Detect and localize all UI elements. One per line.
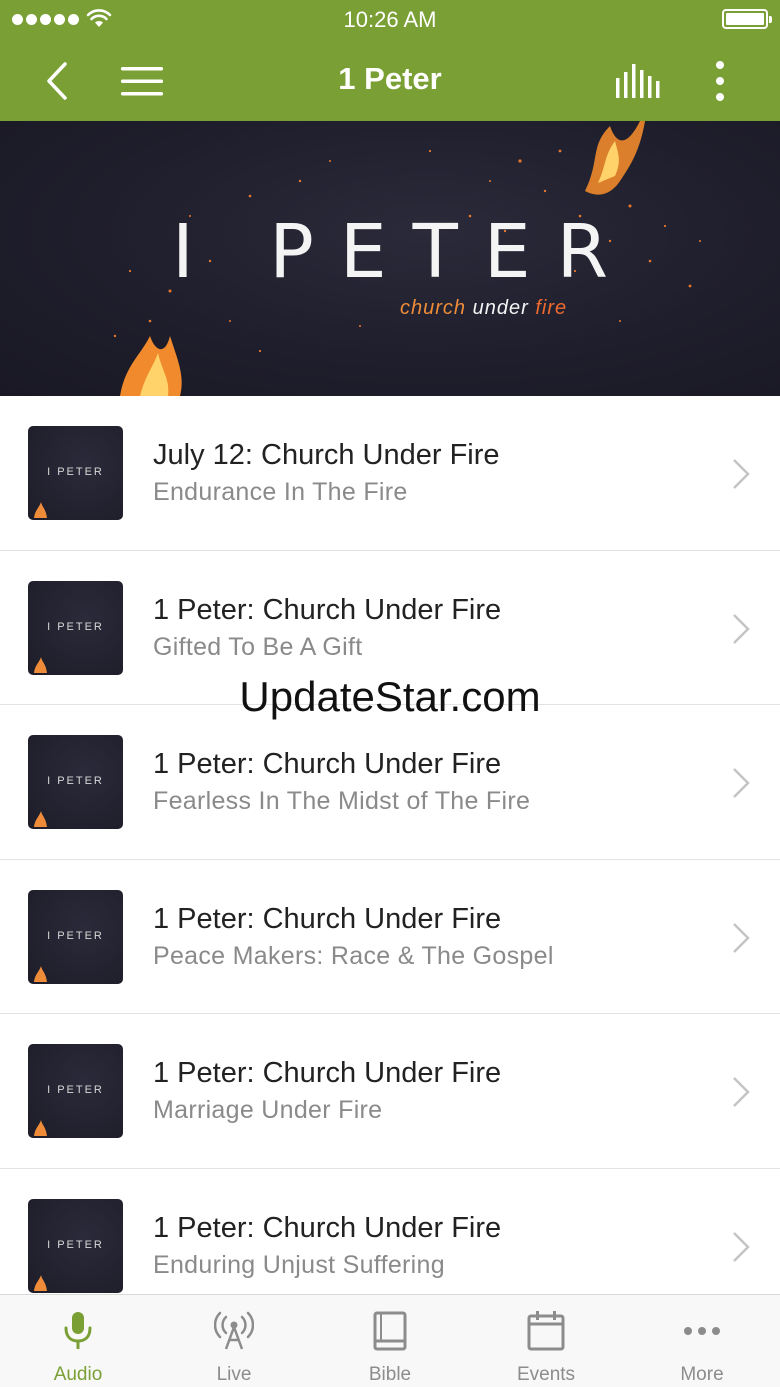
sermon-subtitle: Marriage Under Fire (153, 1096, 383, 1124)
watermark-text: UpdateStar.com (239, 673, 541, 720)
tab-label: Audio (53, 1364, 103, 1385)
calendar-icon (527, 1311, 565, 1351)
chevron-right-icon (733, 1077, 750, 1107)
thumbnail-title: I PETER (47, 466, 104, 478)
thumbnail-title: I PETER (47, 775, 104, 787)
sermon-subtitle: Enduring Unjust Suffering (153, 1250, 445, 1279)
hamburger-menu-icon (121, 66, 163, 95)
thumbnail-title: I PETER (47, 1084, 104, 1096)
broadcast-icon (214, 1311, 254, 1350)
tab-bar: Audio Live Bible Events More (0, 1294, 780, 1387)
menu-button[interactable] (112, 40, 172, 121)
chevron-left-icon (47, 61, 67, 100)
microphone-icon (64, 1312, 92, 1349)
tab-bible[interactable]: Bible (312, 1295, 468, 1387)
options-button[interactable] (700, 40, 740, 121)
nav-bar: 1 Peter (0, 40, 780, 121)
chevron-right-icon (733, 459, 750, 489)
sermon-list-item[interactable]: I PETER 1 Peter: Church Under Fire Marri… (0, 1014, 780, 1169)
series-banner: I PETER church under fire (0, 121, 780, 396)
sermon-thumbnail: I PETER (28, 580, 123, 675)
chevron-right-icon (733, 613, 750, 644)
status-time: 10:26 AM (343, 7, 437, 32)
audio-levels-button[interactable] (606, 40, 670, 121)
app-header: 10:26 AM 1 Peter (0, 0, 780, 121)
chevron-right-icon (733, 922, 750, 953)
sermon-list-item[interactable]: I PETER 1 Peter: Church Under Fire Peace… (0, 859, 780, 1014)
more-dots-icon (684, 1327, 720, 1335)
flame-icon (34, 502, 47, 518)
flame-icon (34, 656, 47, 673)
flame-icon (34, 811, 47, 827)
sermon-title: 1 Peter: Church Under Fire (153, 593, 502, 626)
vertical-dots-icon (716, 60, 724, 101)
tab-audio[interactable]: Audio (0, 1295, 156, 1387)
sermon-list: I PETER July 12: Church Under Fire Endur… (0, 396, 780, 1323)
flame-icon (34, 1274, 47, 1291)
sermon-subtitle: Gifted To Be A Gift (153, 632, 363, 661)
tab-label: More (680, 1364, 724, 1385)
sermon-title: 1 Peter: Church Under Fire (153, 1057, 502, 1089)
flame-icon (34, 965, 47, 982)
banner-subtitle-word: church (400, 297, 467, 319)
flame-icon (34, 1120, 47, 1136)
thumbnail-title: I PETER (47, 929, 104, 942)
banner-subtitle: church under fire (400, 297, 567, 320)
chevron-right-icon (733, 768, 750, 798)
sermon-thumbnail: I PETER (28, 426, 123, 520)
sermon-thumbnail: I PETER (28, 1044, 123, 1138)
thumbnail-title: I PETER (47, 1238, 104, 1251)
tab-label: Live (216, 1364, 252, 1385)
tab-more[interactable]: More (624, 1295, 780, 1387)
sermon-thumbnail: I PETER (28, 1198, 123, 1293)
audio-levels-icon (616, 63, 660, 98)
banner-subtitle-word: fire (535, 297, 568, 319)
sermon-title: 1 Peter: Church Under Fire (153, 1211, 502, 1244)
tab-live[interactable]: Live (156, 1295, 312, 1387)
tab-label: Events (516, 1364, 576, 1385)
banner-subtitle-word: under (472, 297, 529, 319)
banner-title: I PETER (171, 209, 635, 295)
sermon-subtitle: Peace Makers: Race & The Gospel (153, 941, 554, 970)
chevron-right-icon (733, 1231, 750, 1262)
sermon-title: 1 Peter: Church Under Fire (153, 748, 502, 780)
sermon-list-item[interactable]: I PETER 1 Peter: Church Under Fire Fearl… (0, 705, 780, 860)
book-icon (373, 1311, 407, 1351)
sermon-title: 1 Peter: Church Under Fire (153, 902, 502, 935)
status-bar: 10:26 AM (0, 0, 780, 40)
sermon-subtitle: Endurance In The Fire (153, 478, 408, 506)
sermon-title: July 12: Church Under Fire (153, 439, 500, 471)
sermon-list-item[interactable]: I PETER July 12: Church Under Fire Endur… (0, 396, 780, 551)
thumbnail-title: I PETER (47, 620, 104, 633)
battery-icon (722, 9, 772, 29)
tab-events[interactable]: Events (468, 1295, 624, 1387)
sermon-thumbnail: I PETER (28, 889, 123, 984)
sermon-thumbnail: I PETER (28, 735, 123, 829)
sermon-subtitle: Fearless In The Midst of The Fire (153, 787, 531, 815)
back-button[interactable] (32, 40, 82, 121)
tab-label: Bible (368, 1364, 412, 1385)
